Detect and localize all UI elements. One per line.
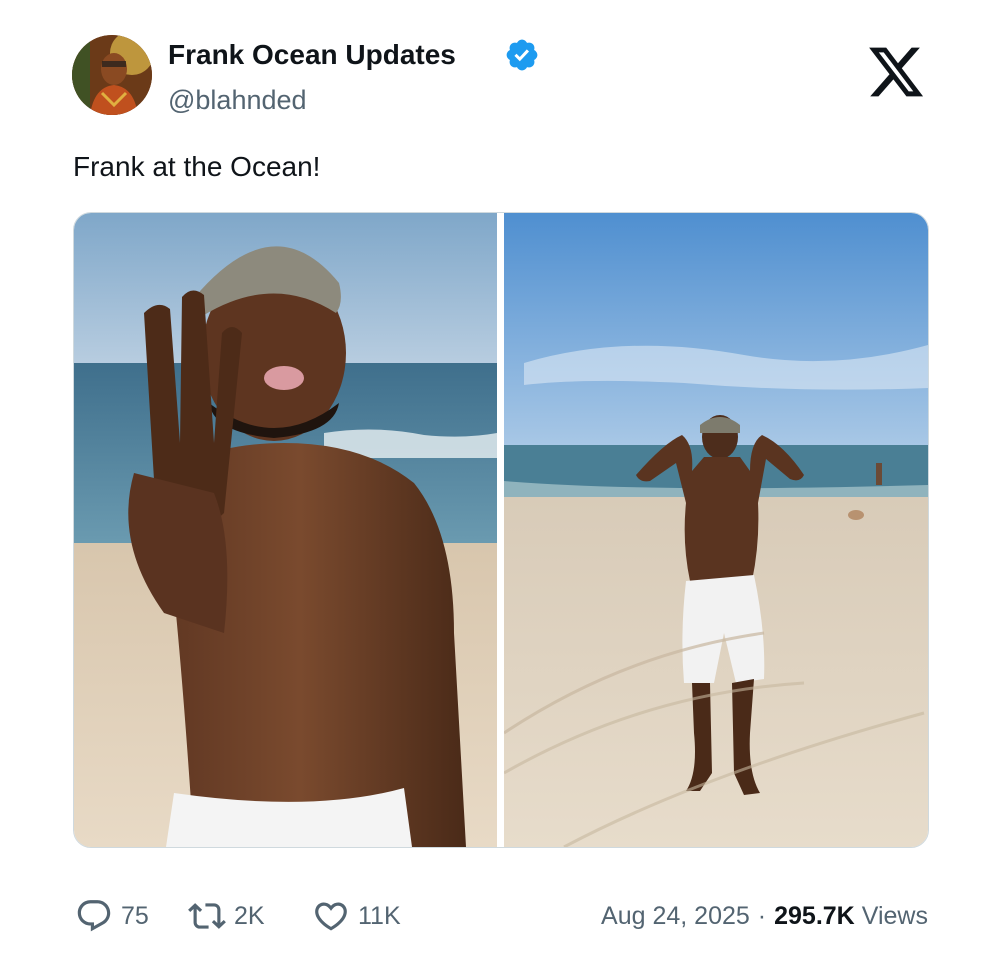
tweet-text: Frank at the Ocean! (73, 151, 321, 182)
retweet-count: 2K (234, 901, 265, 930)
photo-1[interactable] (74, 213, 497, 847)
photo-2-image (504, 213, 928, 847)
like-button[interactable]: 11K (312, 896, 401, 936)
reply-count: 75 (121, 901, 149, 930)
reply-button[interactable]: 75 (75, 896, 149, 936)
photo-2[interactable] (504, 213, 928, 847)
tweet-meta: Aug 24, 2025 · 295.7K Views (601, 896, 928, 936)
photo-1-image (74, 213, 497, 847)
author-name[interactable]: Frank Ocean Updates (168, 36, 456, 74)
retweet-icon (188, 903, 226, 929)
retweet-button[interactable]: 2K (188, 896, 265, 936)
views-label: Views (861, 901, 928, 930)
heart-icon (315, 902, 347, 931)
author-handle[interactable]: @blahnded (168, 82, 307, 118)
like-count: 11K (358, 901, 401, 930)
verified-badge-icon (506, 39, 538, 71)
views-count: 295.7K (774, 901, 855, 930)
tweet-date[interactable]: Aug 24, 2025 (601, 902, 750, 931)
reply-icon (77, 900, 111, 932)
media-grid (73, 212, 929, 848)
avatar-image (72, 35, 152, 115)
meta-separator: · (757, 901, 767, 930)
author-avatar[interactable] (72, 35, 152, 115)
x-logo-icon[interactable] (866, 47, 926, 102)
